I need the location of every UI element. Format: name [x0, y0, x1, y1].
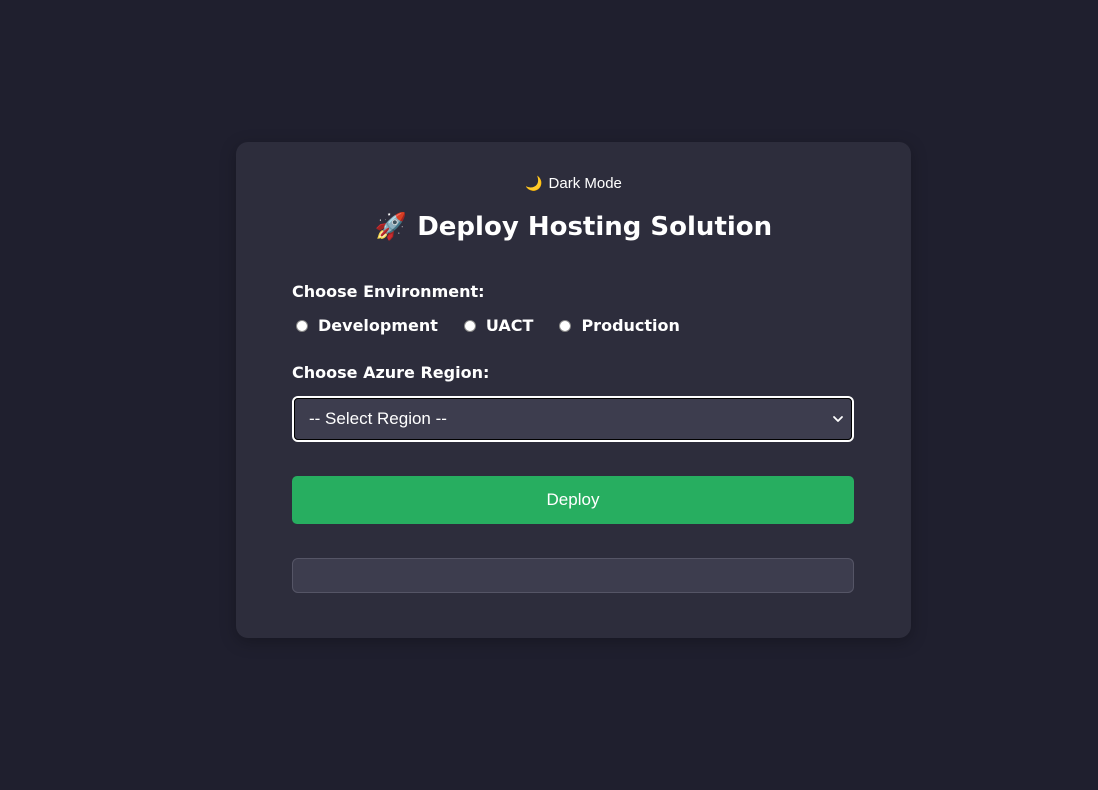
region-select-value: -- Select Region -- [309, 409, 447, 428]
radio-option-uact[interactable]: UACT [463, 316, 534, 335]
region-select[interactable]: -- Select Region -- [292, 396, 854, 442]
crescent-moon-icon: 🌙 [525, 175, 543, 191]
dark-mode-toggle[interactable]: 🌙 Dark Mode [236, 175, 911, 192]
deploy-output-box [292, 558, 854, 593]
rocket-icon: 🚀 [374, 212, 408, 242]
page-title-text: Deploy Hosting Solution [417, 212, 773, 242]
dark-mode-label: Dark Mode [548, 175, 622, 192]
radio-development[interactable] [296, 319, 308, 332]
radio-option-production[interactable]: Production [559, 316, 680, 335]
radio-uact[interactable] [463, 319, 476, 332]
radio-label-production: Production [581, 316, 680, 335]
chevron-down-icon [833, 416, 843, 422]
radio-production[interactable] [559, 319, 572, 332]
radio-label-uact: UACT [485, 316, 534, 335]
deploy-card: 🌙 Dark Mode 🚀 Deploy Hosting Solution Choo… [236, 142, 911, 638]
radio-option-development[interactable]: Development [296, 316, 438, 335]
environment-radio-group: Development UACT Production [296, 316, 706, 335]
radio-label-development: Development [318, 316, 438, 335]
page-title: 🚀 Deploy Hosting Solution [236, 212, 911, 242]
deploy-button[interactable]: Deploy [292, 476, 854, 524]
region-label: Choose Azure Region: [292, 363, 490, 382]
environment-label: Choose Environment: [292, 282, 485, 301]
